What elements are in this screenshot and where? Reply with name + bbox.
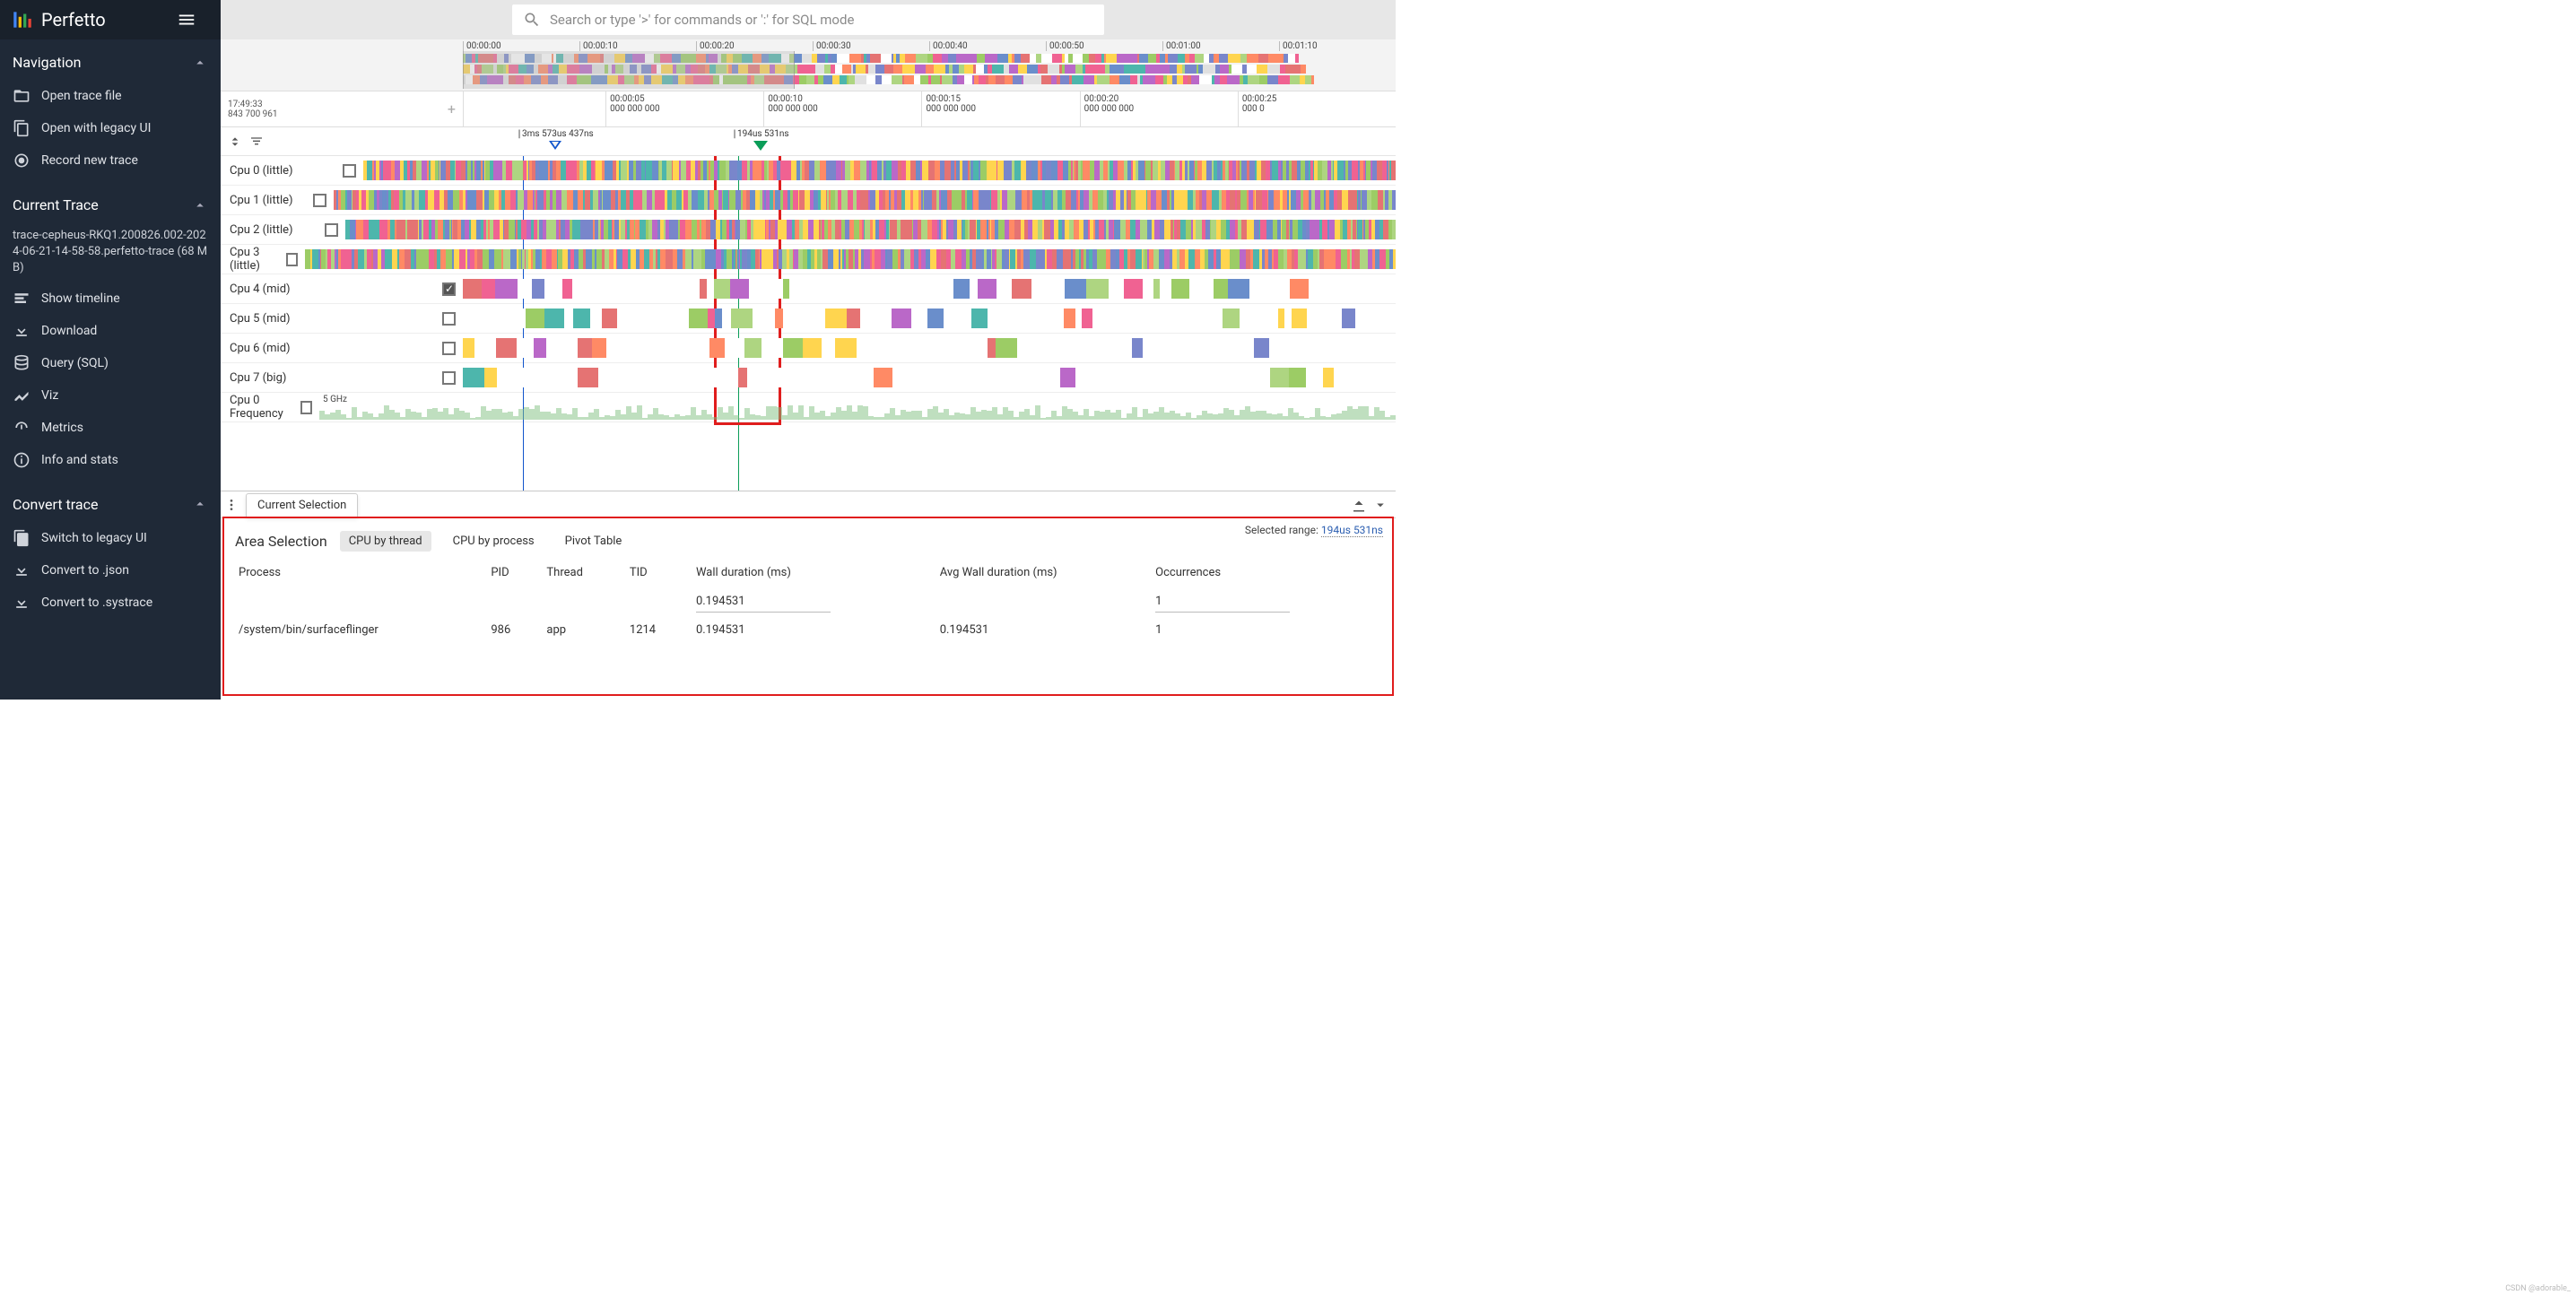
trace-filename: trace-cepheus-RKQ1.200826.002-2024-06-21… [0, 222, 221, 282]
chevron-up-icon [192, 197, 208, 213]
brand-name: Perfetto [41, 9, 106, 30]
track-label: Cpu 1 (little) [230, 194, 293, 207]
database-icon [13, 354, 30, 372]
column-header[interactable]: Occurrences [1148, 561, 1392, 589]
track-checkbox[interactable] [286, 253, 299, 266]
main-area: 00:00:0000:00:1000:00:2000:00:3000:00:40… [221, 39, 1396, 700]
track-label: Cpu 4 (mid) [230, 282, 291, 296]
area-selection-title: Area Selection [235, 533, 327, 550]
track-label: Cpu 5 (mid) [230, 312, 291, 326]
marker-start[interactable]: |3ms 573us 437ns [517, 129, 594, 150]
selected-range: Selected range: 194us 531ns [1245, 524, 1383, 536]
track-label: Cpu 0 (little) [230, 164, 293, 178]
track-checkbox[interactable] [442, 342, 456, 355]
filter-icon[interactable] [249, 135, 264, 149]
trace-info[interactable]: Info and stats [0, 444, 221, 476]
panel-menu-button[interactable] [221, 498, 242, 512]
chevron-up-icon [192, 55, 208, 71]
trace-download[interactable]: Download [0, 315, 221, 347]
track-row[interactable]: Cpu 0 Frequency5 GHz [221, 393, 1396, 422]
track-row[interactable]: Cpu 2 (little) [221, 215, 1396, 245]
track-label: Cpu 0 Frequency [230, 394, 300, 421]
nav-section-title[interactable]: Navigation [0, 45, 221, 80]
nav-open-legacy[interactable]: Open with legacy UI [0, 112, 221, 144]
track-checkbox[interactable] [300, 401, 312, 414]
timeline-icon [13, 290, 30, 308]
info-icon [13, 451, 30, 469]
column-header[interactable]: Process [231, 561, 483, 589]
convert-json[interactable]: Convert to .json [0, 554, 221, 587]
nav-record[interactable]: Record new trace [0, 144, 221, 177]
track-checkbox[interactable] [442, 371, 456, 385]
sort-icon[interactable] [228, 135, 242, 149]
convert-section-title[interactable]: Convert trace [0, 487, 221, 522]
collapse-up-icon[interactable] [1351, 497, 1367, 513]
nav-open-trace[interactable]: Open trace file [0, 80, 221, 112]
chevron-up-icon [192, 496, 208, 512]
convert-legacy[interactable]: Switch to legacy UI [0, 522, 221, 554]
watermark: CSDN @adorable_ [2505, 1284, 2571, 1293]
track-row[interactable]: Cpu 1 (little) [221, 186, 1396, 215]
gauge-icon [13, 419, 30, 437]
trace-metrics[interactable]: Metrics [0, 412, 221, 444]
download-icon [13, 594, 30, 612]
subtab-cpu-process[interactable]: CPU by process [444, 531, 544, 552]
search-box[interactable] [512, 4, 1104, 35]
tab-current-selection[interactable]: Current Selection [246, 493, 358, 517]
track-label: Cpu 6 (mid) [230, 342, 291, 355]
marker-end[interactable]: |194us 531ns [732, 129, 789, 151]
timeline-start-time: 17:49:33 [228, 100, 278, 109]
selection-table: ProcessPIDThreadTIDWall duration (ms)Avg… [231, 561, 1392, 642]
column-header[interactable]: Wall duration (ms) [689, 561, 933, 589]
timeline-ruler[interactable]: 17:49:33843 700 961 + 00:00:05000 000 00… [221, 91, 1396, 127]
table-row[interactable]: /system/bin/surfaceflinger986app12140.19… [231, 618, 1392, 642]
track-row[interactable]: Cpu 3 (little) [221, 245, 1396, 274]
track-row[interactable]: Cpu 7 (big) [221, 363, 1396, 393]
download-icon [13, 561, 30, 579]
column-header[interactable]: PID [483, 561, 539, 589]
trace-viz[interactable]: Viz [0, 379, 221, 412]
track-label: Cpu 2 (little) [230, 223, 293, 237]
plus-icon: + [448, 100, 456, 117]
hamburger-button[interactable] [170, 4, 203, 36]
track-checkbox[interactable] [343, 164, 356, 178]
subtab-cpu-thread[interactable]: CPU by thread [340, 531, 431, 552]
track-label: Cpu 3 (little) [230, 246, 286, 273]
trace-section-title[interactable]: Current Trace [0, 187, 221, 222]
column-header[interactable]: Thread [539, 561, 622, 589]
track-row[interactable]: Cpu 0 (little) [221, 156, 1396, 186]
minimap[interactable]: 00:00:0000:00:1000:00:2000:00:3000:00:40… [221, 39, 1396, 91]
track-checkbox[interactable] [442, 312, 456, 326]
perfetto-logo-icon [11, 8, 34, 31]
details-panel: Current Selection Area Selection CPU by … [221, 491, 1396, 700]
convert-systrace[interactable]: Convert to .systrace [0, 587, 221, 619]
folder-open-icon [13, 87, 30, 105]
track-checkbox[interactable] [442, 282, 456, 296]
trace-query[interactable]: Query (SQL) [0, 347, 221, 379]
track-row[interactable]: Cpu 4 (mid) [221, 274, 1396, 304]
chevron-down-icon[interactable] [1372, 497, 1388, 513]
brand: Perfetto [0, 4, 221, 36]
timeline-tracks[interactable]: Cpu 0 (little) Cpu 1 (little) Cpu 2 (littl… [221, 156, 1396, 491]
column-header[interactable]: Avg Wall duration (ms) [933, 561, 1148, 589]
menu-icon [177, 10, 196, 30]
trace-show-timeline[interactable]: Show timeline [0, 282, 221, 315]
download-icon [13, 322, 30, 340]
track-checkbox[interactable] [313, 194, 326, 207]
record-icon [13, 152, 30, 169]
track-row[interactable]: Cpu 6 (mid) [221, 334, 1396, 363]
track-row[interactable]: Cpu 5 (mid) [221, 304, 1396, 334]
sidebar: Navigation Open trace file Open with leg… [0, 39, 221, 700]
chart-icon [13, 387, 30, 404]
copy-icon [13, 529, 30, 547]
track-checkbox[interactable] [325, 223, 338, 237]
copy-icon [13, 119, 30, 137]
search-input[interactable] [550, 12, 1093, 28]
search-icon [523, 11, 541, 29]
more-vert-icon [224, 498, 239, 512]
track-label: Cpu 7 (big) [230, 371, 286, 385]
subtab-pivot[interactable]: Pivot Table [556, 531, 631, 552]
column-header[interactable]: TID [622, 561, 689, 589]
